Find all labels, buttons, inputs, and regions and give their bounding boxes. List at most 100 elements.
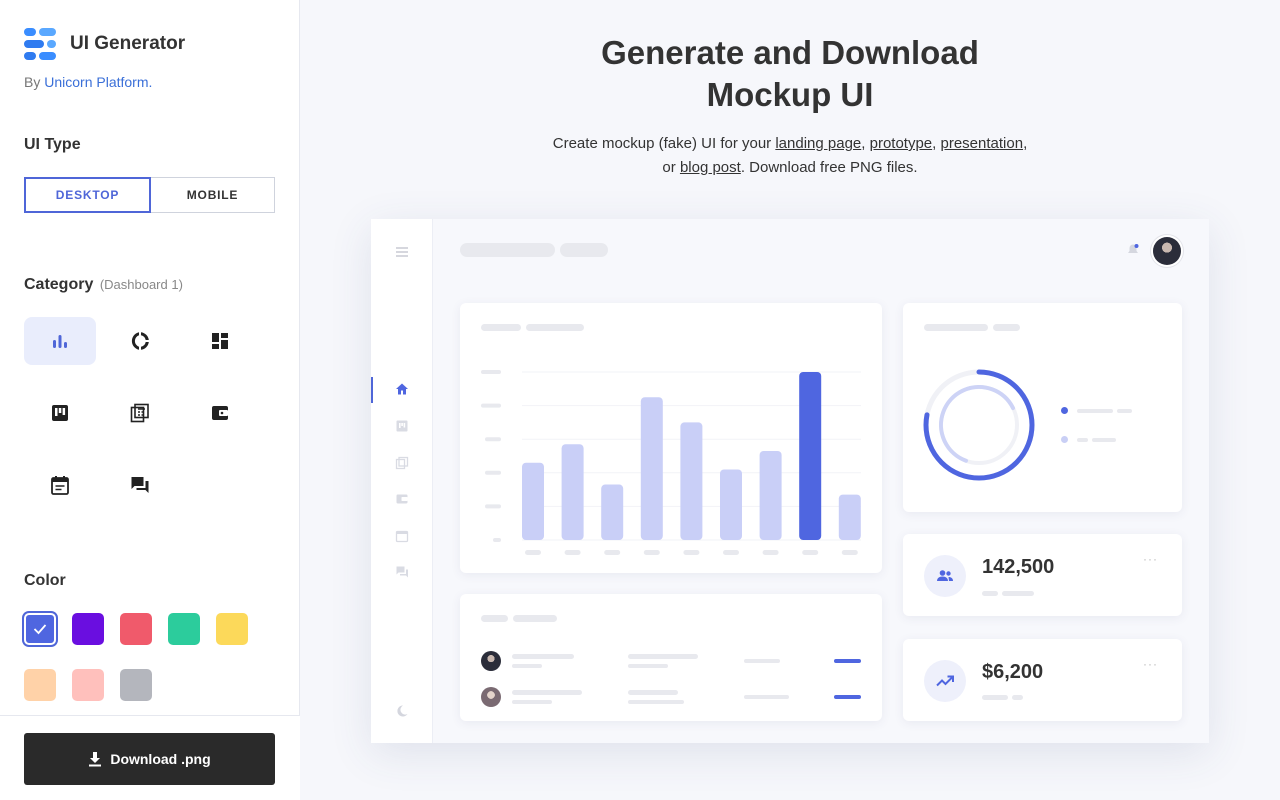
legend-label-placeholder [1077, 409, 1113, 413]
prototype-link[interactable]: prototype [870, 135, 933, 152]
table-cell-placeholder [512, 690, 582, 695]
lede-text-4: , [1023, 135, 1028, 152]
donut-chart [923, 369, 1035, 481]
table-cell-placeholder [744, 695, 789, 699]
category-dashboard[interactable] [184, 317, 256, 365]
logo-icon [24, 28, 56, 60]
table-cell-placeholder [628, 690, 678, 695]
color-swatch[interactable] [72, 669, 104, 701]
category-donut-chart[interactable] [104, 317, 176, 365]
dark-mode-icon [397, 705, 408, 717]
mockup-sidebar [371, 219, 433, 743]
table-cell-placeholder [628, 664, 668, 668]
logo[interactable]: UI Generator [24, 28, 185, 60]
color-title: Color [24, 572, 66, 589]
page-description: Create mockup (fake) UI for your landing… [520, 132, 1060, 180]
legend-value-placeholder [1092, 438, 1116, 442]
byline-prefix: By [24, 74, 41, 90]
lede-text-3: , [932, 135, 941, 152]
calculator-icon [130, 403, 149, 423]
color-swatch[interactable] [120, 669, 152, 701]
color-swatch[interactable] [168, 613, 200, 645]
user-avatar [1153, 237, 1181, 265]
color-swatch[interactable] [24, 613, 56, 645]
landing-page-link[interactable]: landing page [775, 135, 861, 152]
presentation-link[interactable]: presentation [941, 135, 1024, 152]
x-tick-placeholder [643, 550, 660, 555]
kpi-caption-placeholder [1012, 695, 1023, 700]
table-status-bar [834, 659, 861, 663]
bar-chart-card [460, 303, 882, 573]
ui-type-toggle: DESKTOP MOBILE [24, 177, 275, 213]
x-tick-placeholder [723, 550, 739, 555]
category-title-text: Category [24, 276, 94, 293]
desktop-option[interactable]: DESKTOP [24, 177, 151, 213]
lede-text-5: or [662, 159, 680, 176]
kpi-value-users: 142,500 [982, 556, 1055, 578]
mockup-title-placeholder [460, 243, 555, 257]
table-status-bar [834, 695, 861, 699]
kpi-caption-placeholder [1002, 591, 1034, 596]
y-tick-placeholder [481, 403, 501, 408]
kpi-card-users: 142,500 ··· [903, 534, 1182, 616]
color-swatch[interactable] [120, 613, 152, 645]
color-swatch[interactable] [216, 613, 248, 645]
unicorn-platform-link[interactable]: Unicorn Platform. [44, 74, 152, 90]
check-icon [33, 624, 47, 635]
download-icon [89, 752, 102, 767]
blog-post-link[interactable]: blog post [680, 159, 741, 176]
category-title: Category (Dashboard 1) [24, 276, 183, 294]
ui-type-title: UI Type [24, 136, 81, 153]
chart-bar [838, 494, 861, 540]
category-chat[interactable] [104, 461, 176, 509]
legend-dot-primary [1061, 407, 1068, 414]
headline-line-2: Mockup UI [706, 76, 874, 113]
y-tick-placeholder [485, 504, 501, 509]
y-tick-placeholder [481, 370, 501, 374]
legend-dot-secondary [1061, 436, 1068, 443]
category-calculator[interactable] [104, 389, 176, 437]
color-swatch[interactable] [24, 669, 56, 701]
category-calendar[interactable] [24, 461, 96, 509]
calculator-nav-icon [395, 456, 409, 470]
active-nav-indicator [371, 377, 373, 403]
calendar-icon [51, 476, 69, 495]
headline-line-1: Generate and Download [601, 34, 979, 71]
page-headline: Generate and Download Mockup UI [540, 32, 1040, 116]
chart-bar [799, 372, 822, 540]
kpi-caption-placeholder [982, 695, 1008, 700]
chart-bar [759, 450, 782, 540]
chart-bar [680, 422, 703, 540]
donut-chart-card [903, 303, 1182, 512]
y-tick-placeholder [485, 470, 501, 475]
mockup-preview: 142,500 ··· $6,200 ··· [371, 219, 1209, 743]
table-cell-placeholder [628, 654, 698, 659]
chart-bar [640, 397, 663, 540]
mockup-subtitle-placeholder [560, 243, 608, 257]
donut-chart-icon [131, 332, 149, 350]
mobile-option[interactable]: MOBILE [151, 177, 275, 213]
wallet-nav-icon [396, 494, 408, 504]
chart-bar [601, 484, 624, 540]
category-wallet[interactable] [184, 389, 256, 437]
table-subtitle-placeholder [513, 615, 557, 622]
table-cell-placeholder [628, 700, 684, 704]
trend-up-icon [924, 660, 966, 702]
x-tick-placeholder [762, 550, 779, 555]
home-icon [396, 383, 408, 395]
lede-text-6: . Download free PNG files. [740, 159, 918, 176]
kanban-board-icon [52, 405, 68, 421]
download-png-button[interactable]: Download .png [24, 733, 275, 785]
table-card [460, 594, 882, 721]
category-bar-chart[interactable] [24, 317, 96, 365]
chart-bar [522, 462, 544, 540]
chat-nav-icon [396, 566, 408, 578]
calendar-nav-icon [395, 530, 409, 543]
y-tick-placeholder [493, 538, 501, 542]
color-swatch[interactable] [72, 613, 104, 645]
y-tick-placeholder [485, 437, 501, 442]
category-kanban[interactable] [24, 389, 96, 437]
wallet-icon [212, 406, 228, 420]
legend-value-placeholder [1117, 409, 1132, 413]
sidebar: UI Generator By Unicorn Platform. UI Typ… [0, 0, 300, 800]
